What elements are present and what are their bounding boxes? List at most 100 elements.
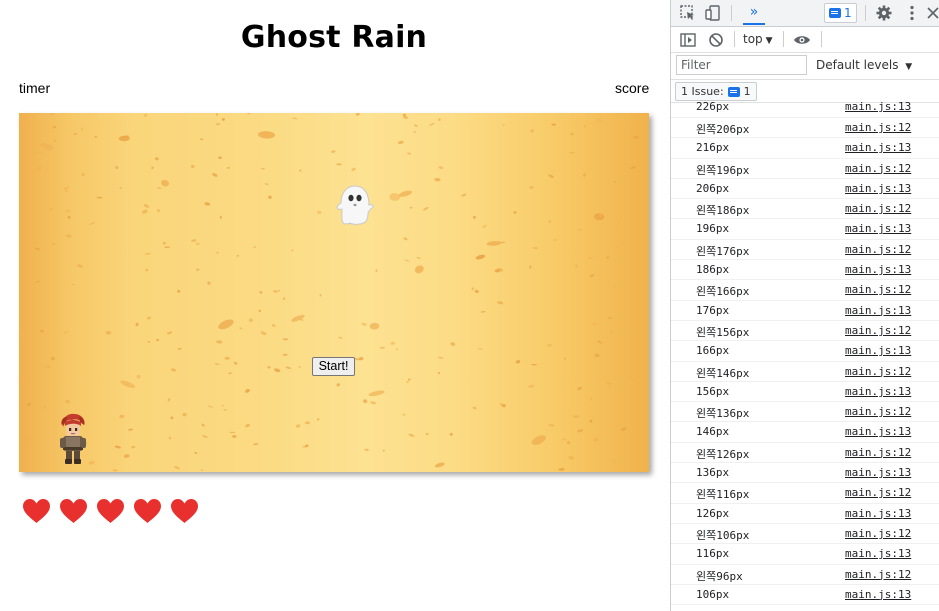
sand-speck — [71, 283, 75, 286]
log-message: 왼쪽156px — [696, 325, 750, 339]
eye-icon[interactable] — [793, 31, 811, 49]
log-levels-dropdown[interactable]: Default levels ▼ — [816, 58, 912, 72]
console-log-row: 146px main.js:13 — [671, 422, 939, 443]
log-message: 왼쪽166px — [696, 285, 750, 299]
start-button[interactable]: Start! — [312, 357, 355, 376]
sand-speck — [66, 234, 72, 238]
console-log-row: 왼쪽126px main.js:12 — [671, 443, 939, 464]
issues-chip-label: 1 Issue: — [681, 85, 724, 98]
sand-speck — [282, 338, 289, 341]
sand-speck — [305, 421, 310, 425]
log-source-link[interactable]: main.js:13 — [845, 466, 911, 479]
log-source-link[interactable]: main.js:12 — [845, 405, 911, 418]
log-source-link[interactable]: main.js:13 — [845, 425, 911, 438]
sand-speck — [438, 118, 441, 122]
sand-speck — [617, 221, 620, 225]
sand-speck — [207, 281, 211, 285]
log-message: 206px — [696, 181, 730, 195]
close-icon[interactable] — [924, 4, 939, 22]
sand-speck — [612, 459, 616, 463]
sand-speck — [23, 453, 29, 457]
sand-speck — [316, 418, 320, 421]
device-toggle-icon[interactable] — [704, 4, 722, 22]
log-source-link[interactable]: main.js:12 — [845, 446, 911, 459]
sand-speck — [594, 353, 600, 358]
sand-speck — [30, 437, 34, 441]
log-source-link[interactable]: main.js:13 — [845, 547, 911, 560]
sand-speck — [218, 319, 234, 330]
log-source-link[interactable]: main.js:12 — [845, 162, 911, 175]
log-source-link[interactable]: main.js:13 — [845, 141, 911, 154]
log-source-link[interactable]: main.js:12 — [845, 121, 911, 134]
console-log-row: 왼쪽196px main.js:12 — [671, 159, 939, 179]
sand-speck — [449, 432, 453, 436]
log-source-link[interactable]: main.js:12 — [845, 486, 911, 499]
message-icon — [829, 8, 841, 18]
clear-console-icon[interactable] — [707, 31, 725, 49]
log-source-link[interactable]: main.js:13 — [845, 182, 911, 195]
console-log-row: 왼쪽146px main.js:12 — [671, 362, 939, 382]
context-selector[interactable]: top ▼ — [743, 32, 773, 46]
log-source-link[interactable]: main.js:12 — [845, 527, 911, 540]
sand-speck — [482, 224, 487, 228]
sand-speck — [170, 416, 174, 420]
sand-speck — [239, 327, 243, 330]
console-log-row: 156px main.js:13 — [671, 382, 939, 403]
sand-speck — [164, 246, 171, 248]
sand-speck — [80, 127, 84, 131]
caret-down-icon: ▼ — [905, 62, 913, 72]
sand-speck — [375, 269, 378, 273]
sand-speck — [81, 172, 85, 177]
log-source-link[interactable]: main.js:12 — [845, 568, 911, 581]
sand-speck — [63, 331, 69, 334]
sand-speck — [369, 322, 380, 330]
sand-speck — [194, 452, 198, 454]
sand-speck — [461, 193, 467, 197]
sand-speck — [531, 363, 537, 366]
sand-speck — [389, 193, 400, 201]
log-source-link[interactable]: main.js:12 — [845, 365, 911, 378]
log-source-link[interactable]: main.js:13 — [845, 385, 911, 398]
game-board[interactable]: Start! — [19, 113, 649, 472]
log-source-link[interactable]: main.js:12 — [845, 202, 911, 215]
sand-speck — [259, 290, 263, 294]
score-label: score — [615, 80, 650, 96]
log-source-link[interactable]: main.js:13 — [845, 588, 911, 601]
inspect-icon[interactable] — [679, 4, 697, 22]
log-source-link[interactable]: main.js:12 — [845, 243, 911, 256]
sand-speck — [363, 399, 368, 404]
log-source-link[interactable]: main.js:13 — [845, 101, 911, 113]
sand-speck — [368, 390, 385, 397]
log-message: 126px — [696, 506, 730, 520]
log-source-link[interactable]: main.js:13 — [845, 344, 911, 357]
sand-speck — [577, 429, 584, 433]
sidebar-toggle-icon[interactable] — [679, 31, 697, 49]
kebab-menu-icon[interactable] — [903, 4, 921, 22]
issues-counter-button[interactable]: 1 — [824, 3, 857, 23]
log-source-link[interactable]: main.js:13 — [845, 222, 911, 235]
sand-speck — [437, 356, 444, 359]
sand-speck — [151, 166, 154, 169]
sand-speck — [563, 357, 567, 360]
sand-speck — [40, 330, 44, 333]
issues-chip[interactable]: 1 Issue: 1 — [675, 82, 757, 101]
sand-speck — [531, 435, 547, 445]
sand-speck — [174, 466, 180, 470]
sand-speck — [88, 460, 95, 465]
sand-speck — [245, 423, 250, 428]
more-tabs-button[interactable]: » — [743, 3, 765, 25]
log-source-link[interactable]: main.js:13 — [845, 507, 911, 520]
log-source-link[interactable]: main.js:13 — [845, 263, 911, 276]
sand-speck — [143, 204, 150, 208]
log-source-link[interactable]: main.js:13 — [845, 304, 911, 317]
caret-down-icon: ▼ — [765, 36, 773, 46]
log-source-link[interactable]: main.js:12 — [845, 324, 911, 337]
devtools-panel: » 1 top ▼ Filter Default levels ▼ 1 Issu… — [670, 0, 939, 611]
settings-gear-icon[interactable] — [875, 4, 893, 22]
heart-icon — [171, 499, 198, 523]
heart-icon — [134, 499, 161, 523]
filter-input[interactable] — [676, 55, 807, 75]
sand-speck — [248, 318, 253, 322]
log-source-link[interactable]: main.js:12 — [845, 283, 911, 296]
sand-speck — [156, 338, 159, 342]
